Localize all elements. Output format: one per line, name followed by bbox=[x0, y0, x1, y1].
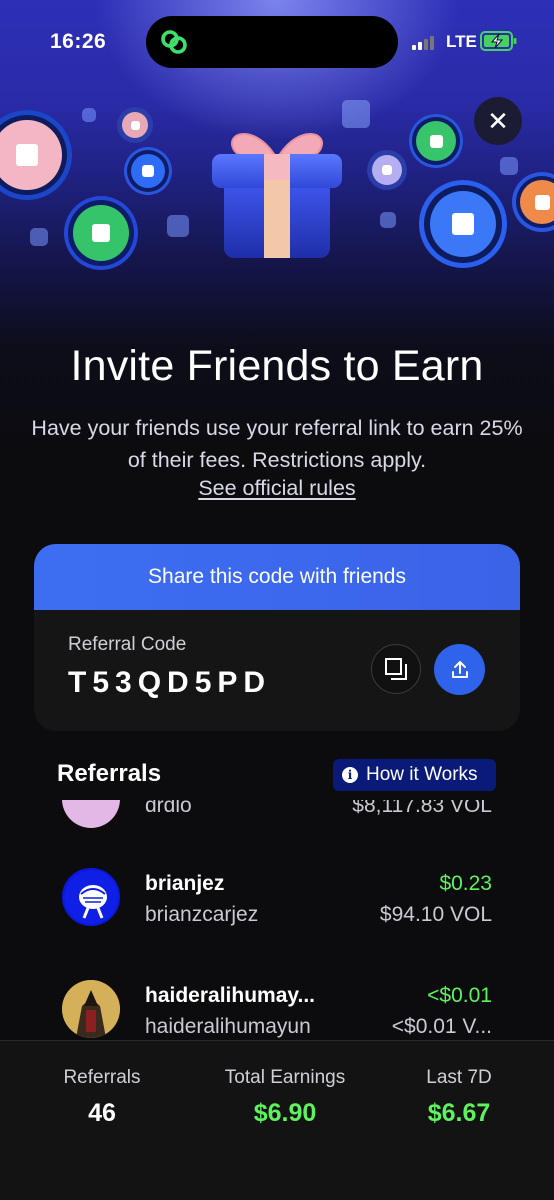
official-rules-link[interactable]: See official rules bbox=[0, 476, 554, 501]
dynamic-island bbox=[146, 16, 398, 68]
how-it-works-button[interactable]: i How it Works bbox=[333, 759, 496, 791]
last-7d-stat: Last 7D $6.67 bbox=[408, 1067, 510, 1128]
summary-footer: Referrals 46 Total Earnings $6.90 Last 7… bbox=[0, 1040, 554, 1200]
decor-chip bbox=[30, 228, 48, 246]
info-icon: i bbox=[342, 767, 358, 783]
referral-earnings: <$0.01 bbox=[427, 984, 492, 1007]
close-icon: ✕ bbox=[487, 105, 509, 136]
decor-chip bbox=[380, 212, 396, 228]
total-earnings-value: $6.90 bbox=[253, 1099, 317, 1127]
signal-icon bbox=[412, 34, 434, 50]
referrals-stat-value: 46 bbox=[88, 1099, 116, 1127]
last-7d-label: Last 7D bbox=[426, 1067, 492, 1088]
referral-name: brianjez bbox=[145, 872, 225, 895]
referral-handle: drdlo bbox=[145, 800, 192, 817]
avatar-bubble bbox=[367, 150, 407, 190]
share-icon bbox=[451, 660, 468, 678]
avatar-bubble bbox=[409, 114, 463, 168]
battery-charging-icon bbox=[480, 31, 517, 51]
avatar bbox=[62, 980, 120, 1038]
decor-chip bbox=[342, 100, 370, 128]
last-7d-value: $6.67 bbox=[427, 1099, 491, 1127]
copy-code-button[interactable] bbox=[371, 644, 421, 694]
avatar-bubble bbox=[419, 180, 507, 268]
gift-icon bbox=[212, 133, 342, 258]
page-description: Have your friends use your referral link… bbox=[31, 416, 523, 472]
referral-volume: $94.10 VOL bbox=[379, 903, 492, 926]
referrals-stat: Referrals 46 bbox=[52, 1067, 152, 1128]
avatar-bubble bbox=[117, 107, 153, 143]
decor-chip bbox=[500, 157, 518, 175]
decor-chip bbox=[167, 215, 189, 237]
list-item[interactable]: brianjez brianzcarjez $0.23 $94.10 VOL bbox=[0, 868, 554, 932]
page-title: Invite Friends to Earn bbox=[70, 342, 484, 390]
referrals-heading: Referrals bbox=[57, 760, 162, 787]
avatar-bubble bbox=[124, 147, 172, 195]
total-earnings-label: Total Earnings bbox=[224, 1067, 346, 1088]
how-it-works-label: How it Works bbox=[366, 764, 478, 785]
status-time: 16:26 bbox=[50, 30, 107, 53]
total-earnings-stat: Total Earnings $6.90 bbox=[200, 1067, 370, 1128]
link-icon bbox=[161, 30, 187, 54]
avatar bbox=[62, 868, 120, 926]
share-code-button[interactable] bbox=[434, 644, 485, 695]
referral-volume: $8,117.83 VOL bbox=[352, 800, 492, 817]
share-code-banner: Share this code with friends bbox=[34, 544, 520, 610]
referral-code-label: Referral Code bbox=[68, 634, 187, 655]
list-item[interactable]: drdlo $8,117.83 VOL bbox=[0, 800, 554, 838]
referral-code-value: T53QD5PD bbox=[68, 666, 272, 699]
avatar bbox=[62, 800, 120, 828]
referral-code-card: Share this code with friends Referral Co… bbox=[34, 544, 520, 731]
close-button[interactable]: ✕ bbox=[474, 97, 522, 145]
referral-name: haideralihumay... bbox=[145, 984, 315, 1007]
decor-chip bbox=[82, 108, 96, 122]
referral-volume: <$0.01 V... bbox=[391, 1015, 492, 1038]
copy-icon bbox=[385, 658, 407, 680]
referral-earnings: $0.23 bbox=[439, 872, 492, 895]
referral-handle: haideralihumayun bbox=[145, 1015, 311, 1038]
referral-list[interactable]: drdlo $8,117.83 VOL brianjez brianzcarje… bbox=[0, 800, 554, 1040]
list-item[interactable]: haideralihumay... haideralihumayun <$0.0… bbox=[0, 980, 554, 1040]
referral-handle: brianzcarjez bbox=[145, 903, 259, 926]
network-type: LTE bbox=[446, 32, 477, 51]
avatar-bubble bbox=[64, 196, 138, 270]
referrals-stat-label: Referrals bbox=[63, 1067, 141, 1088]
